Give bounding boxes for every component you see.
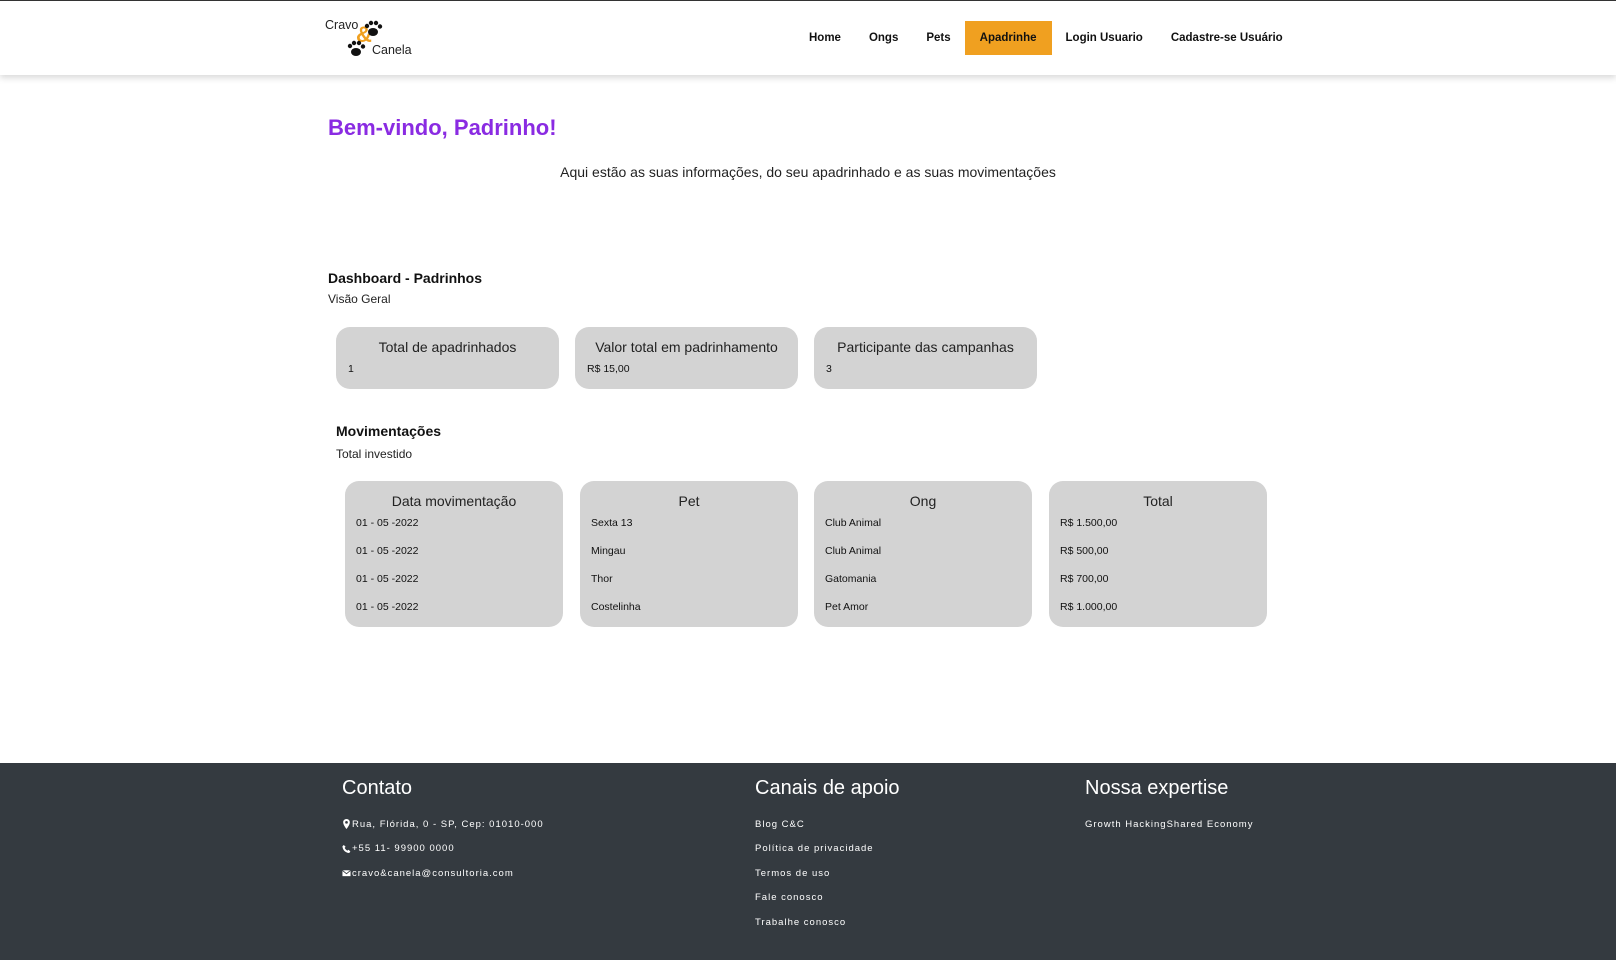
summary-card-total-apadrinhados: Total de apadrinhados 1 xyxy=(336,327,559,389)
table-cell: R$ 500,00 xyxy=(1060,545,1109,557)
summary-card-label: Participante das campanhas xyxy=(837,339,1014,355)
footer-link-blog[interactable]: Blog C&C xyxy=(755,812,900,837)
paw-print-icon xyxy=(347,40,366,56)
logo-word-canela: Canela xyxy=(372,43,412,57)
footer-link-politica-privacidade[interactable]: Política de privacidade xyxy=(755,837,900,862)
dashboard-title: Dashboard - Padrinhos xyxy=(328,270,483,286)
nav-ongs[interactable]: Ongs xyxy=(855,21,912,55)
nav-home[interactable]: Home xyxy=(795,21,855,55)
table-cell: Gatomania xyxy=(825,573,877,585)
footer-link-fale-conosco[interactable]: Fale conosco xyxy=(755,886,900,911)
table-cell: 01 - 05 -2022 xyxy=(356,601,419,613)
footer-contato: Contato Rua, Flórida, 0 - SP, Cep: 01010… xyxy=(342,777,544,886)
table-cell: Club Animal xyxy=(825,517,882,529)
table-cell: 01 - 05 -2022 xyxy=(356,545,419,557)
page-title: Bem-vindo, Padrinho! xyxy=(328,115,557,140)
column-card-ong: Ong Club Animal Club Animal Gatomania Pe… xyxy=(814,481,1032,627)
envelope-icon xyxy=(342,870,351,877)
summary-card-valor-total: Valor total em padrinhamento R$ 15,00 xyxy=(575,327,798,389)
nav-cadastre-se-usuario[interactable]: Cadastre-se Usuário xyxy=(1157,21,1297,55)
summary-card-label: Total de apadrinhados xyxy=(378,339,517,355)
footer-expertise-text: Growth HackingShared Economy xyxy=(1085,818,1254,830)
footer-canais-de-apoio: Canais de apoio Blog C&C Política de pri… xyxy=(755,777,900,935)
table-cell: Pet Amor xyxy=(825,601,869,613)
nav-login-usuario[interactable]: Login Usuario xyxy=(1052,21,1157,55)
footer-canais-title: Canais de apoio xyxy=(755,777,900,799)
paw-print-icon xyxy=(364,20,383,36)
footer-expertise-title: Nossa expertise xyxy=(1085,777,1229,799)
column-header: Total xyxy=(1143,493,1173,509)
column-header: Ong xyxy=(909,493,937,509)
footer-phone: +55 11- 99900 0000 xyxy=(342,837,544,862)
nav-apadrinhe[interactable]: Apadrinhe xyxy=(964,21,1052,55)
table-cell: Thor xyxy=(591,573,613,585)
column-card-data-movimentacao: Data movimentação 01 - 05 -2022 01 - 05 … xyxy=(345,481,563,627)
page-subtitle: Aqui estão as suas informações, do seu a… xyxy=(560,164,1056,180)
footer-email[interactable]: cravo&canela@consultoria.com xyxy=(342,861,544,886)
footer-nossa-expertise: Nossa expertise Growth HackingShared Eco… xyxy=(1085,777,1253,837)
table-cell: R$ 700,00 xyxy=(1060,573,1109,585)
column-header: Pet xyxy=(678,493,700,509)
column-header: Data movimentação xyxy=(391,493,517,509)
site-footer: Contato Rua, Flórida, 0 - SP, Cep: 01010… xyxy=(0,763,1616,960)
footer-email-text: cravo&canela@consultoria.com xyxy=(352,867,514,879)
footer-phone-text: +55 11- 99900 0000 xyxy=(352,843,455,855)
table-cell: Mingau xyxy=(591,545,626,557)
footer-link-trabalhe-conosco[interactable]: Trabalhe conosco xyxy=(755,910,900,935)
summary-card-value: 1 xyxy=(348,363,354,375)
table-cell: 01 - 05 -2022 xyxy=(356,517,419,529)
table-cell: R$ 1.500,00 xyxy=(1060,517,1118,529)
movimentacoes-title: Movimentações xyxy=(336,423,442,439)
column-card-pet: Pet Sexta 13 Mingau Thor Costelinha xyxy=(580,481,798,627)
summary-card-participante-campanhas: Participante das campanhas 3 xyxy=(814,327,1037,389)
table-cell: R$ 1.000,00 xyxy=(1060,601,1118,613)
table-cell: 01 - 05 -2022 xyxy=(356,573,419,585)
nav-pets[interactable]: Pets xyxy=(912,21,964,55)
movimentacoes-subtitle: Total investido xyxy=(336,447,413,461)
table-cell: Sexta 13 xyxy=(591,517,633,529)
summary-card-value: R$ 15,00 xyxy=(587,363,630,375)
summary-card-value: 3 xyxy=(826,363,832,375)
footer-address-text: Rua, Flórida, 0 - SP, Cep: 01010-000 xyxy=(352,818,544,830)
phone-icon xyxy=(342,844,351,853)
footer-link-termos-de-uso[interactable]: Termos de uso xyxy=(755,861,900,886)
table-cell: Costelinha xyxy=(591,601,641,613)
summary-card-label: Valor total em padrinhamento xyxy=(595,339,778,355)
footer-contato-title: Contato xyxy=(342,777,413,799)
dashboard-subtitle: Visão Geral xyxy=(328,292,391,306)
map-pin-icon xyxy=(343,819,350,830)
column-card-total: Total R$ 1.500,00 R$ 500,00 R$ 700,00 R$… xyxy=(1049,481,1267,627)
footer-address: Rua, Flórida, 0 - SP, Cep: 01010-000 xyxy=(342,812,544,837)
main-nav: Home Ongs Pets Apadrinhe Login Usuario C… xyxy=(795,21,1297,55)
table-cell: Club Animal xyxy=(825,545,882,557)
top-navbar: Cravo & Canela Home Ongs Pets Apadrinhe … xyxy=(0,0,1616,75)
logo-word-cravo: Cravo xyxy=(325,18,359,32)
brand-logo[interactable]: Cravo & Canela xyxy=(325,16,420,62)
